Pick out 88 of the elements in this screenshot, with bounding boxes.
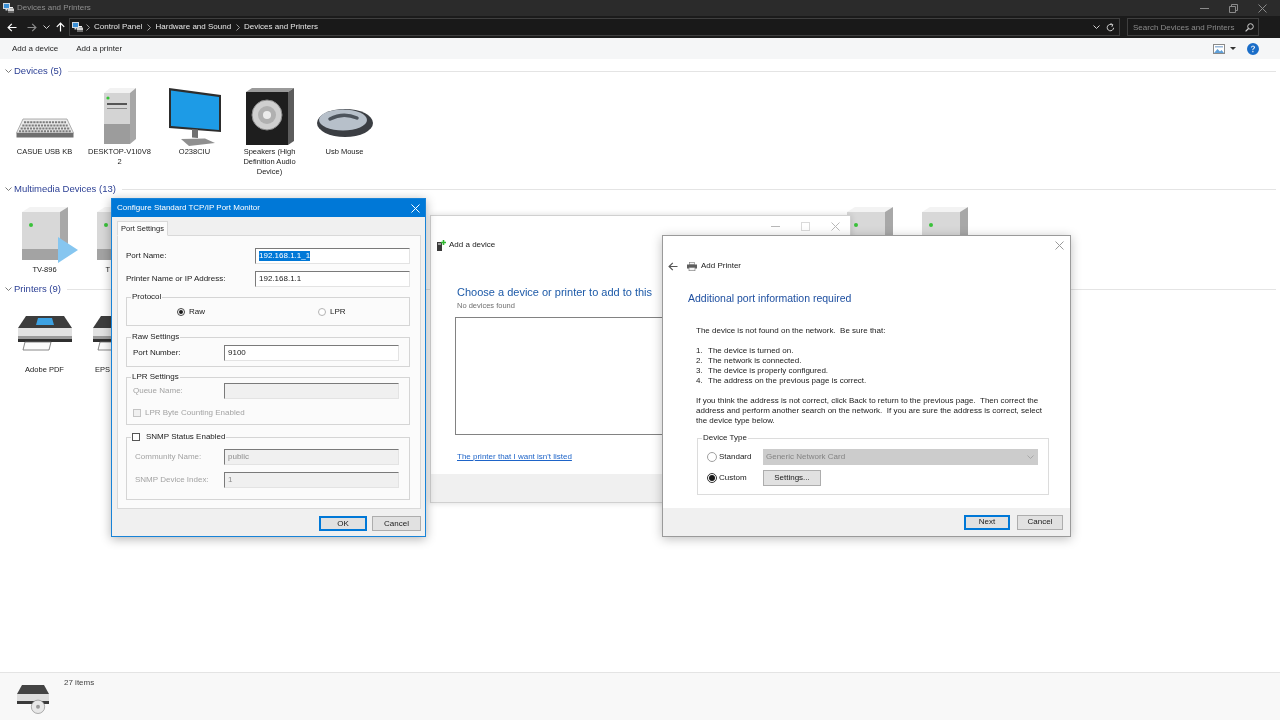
radio-icon[interactable]: [707, 473, 717, 483]
refresh-icon[interactable]: [1106, 22, 1115, 32]
back-arrow-icon[interactable]: [668, 261, 678, 271]
command-button[interactable]: Add a printer: [76, 43, 123, 54]
printer-disc-icon: [16, 683, 50, 714]
field-label: Port Name:: [126, 251, 167, 261]
radio-option[interactable]: Raw: [177, 306, 205, 317]
window-title: Add a device: [449, 240, 496, 250]
radio-option[interactable]: LPR: [318, 306, 346, 317]
restore-icon[interactable]: [1229, 3, 1238, 13]
media-player-icon[interactable]: [21, 207, 78, 263]
input-field[interactable]: 192.168.1.1_1: [255, 248, 410, 264]
intro-text: The device is not found on the network. Be sure that:: [696, 326, 886, 336]
item-count: 27 items: [64, 678, 95, 688]
devices-printers-icon: [3, 3, 14, 13]
printer-not-listed-link[interactable]: The printer that I want isn't listed: [457, 452, 572, 462]
cancel-button[interactable]: Cancel: [372, 516, 421, 531]
list-number: 1.: [696, 346, 703, 356]
settings-button[interactable]: Settings...: [763, 470, 821, 486]
page-heading: Additional port information required: [688, 291, 852, 305]
chevron-icon[interactable]: [5, 69, 12, 73]
group-title: Device Type: [703, 433, 747, 442]
printer-icon: [687, 261, 697, 271]
group-header[interactable]: Multimedia Devices (13): [5, 183, 116, 195]
caret-icon[interactable]: [1230, 47, 1236, 50]
radio-option[interactable]: Standard: [707, 452, 752, 462]
list-text: The device is properly configured.: [708, 366, 829, 376]
address-field[interactable]: Control Panel Hardware and Sound Devices and Printers: [69, 18, 1120, 36]
close-icon[interactable]: [1054, 240, 1064, 250]
list-number: 2.: [696, 356, 703, 366]
computer-tower-icon[interactable]: [103, 88, 136, 144]
minimize-icon[interactable]: [1200, 7, 1209, 9]
view-options-button[interactable]: [1213, 43, 1236, 54]
window-title: Add Printer: [701, 261, 742, 271]
checkbox[interactable]: [132, 433, 140, 441]
group-header[interactable]: Printers (9): [5, 283, 61, 295]
location-icon: [72, 22, 83, 32]
cancel-button[interactable]: Cancel: [1017, 514, 1063, 530]
command-button[interactable]: Add a device: [12, 43, 59, 54]
checkbox-option[interactable]: SNMP Status Enabled: [132, 432, 226, 442]
monitor-icon[interactable]: [168, 88, 221, 146]
group-header[interactable]: Devices (5): [5, 65, 63, 77]
breadcrumb-chevron-icon[interactable]: [86, 23, 90, 31]
page-heading: Choose a device or printer to add to this: [457, 285, 653, 299]
printer-icon[interactable]: [16, 315, 73, 351]
radio-option[interactable]: Custom: [707, 473, 747, 483]
list-text: The network is connected.: [708, 356, 802, 366]
chevron-icon[interactable]: [5, 287, 12, 291]
field-label: Printer Name or IP Address:: [126, 274, 226, 284]
up-arrow-icon[interactable]: [56, 22, 65, 32]
dialog-title: Configure Standard TCP/IP Port Monitor: [117, 203, 260, 213]
input-field[interactable]: 9100: [224, 345, 399, 361]
group-title: Protocol: [132, 292, 162, 301]
breadcrumb[interactable]: Control Panel: [94, 22, 143, 32]
breadcrumb-chevron-icon[interactable]: [147, 23, 152, 31]
next-button[interactable]: Next: [964, 514, 1010, 530]
forward-arrow-icon[interactable]: [27, 22, 37, 32]
field-label: SNMP Device Index:: [135, 475, 209, 485]
list-number: 4.: [696, 376, 703, 386]
group-title: Raw Settings: [132, 332, 180, 341]
ok-button[interactable]: OK: [319, 516, 367, 531]
list-text: The address on the previous page is correct.: [708, 376, 867, 386]
field-label: Queue Name:: [133, 386, 183, 396]
speaker-icon[interactable]: [245, 88, 294, 145]
chevron-icon[interactable]: [5, 187, 12, 191]
instruction-text: If you think the address is not correct, click Back to return to the previous page. Then correct the address and perform another search on the network. If you are sure the address is correct, select the device type below.: [696, 396, 1043, 426]
mouse-icon[interactable]: [316, 107, 373, 137]
list-text: The device is turned on.: [708, 346, 794, 356]
field-label: Community Name:: [135, 452, 202, 462]
radio-icon[interactable]: [707, 452, 717, 462]
breadcrumb[interactable]: Hardware and Sound: [155, 22, 232, 32]
input-field[interactable]: 192.168.1.1: [255, 271, 410, 287]
window-title: Devices and Printers: [17, 3, 91, 13]
help-icon[interactable]: [1247, 42, 1259, 55]
radio-icon[interactable]: [318, 307, 326, 316]
search-field[interactable]: Search Devices and Printers: [1127, 18, 1259, 36]
chevron-down-icon[interactable]: [43, 25, 50, 29]
radio-icon[interactable]: [177, 307, 185, 316]
group-title: LPR Settings: [132, 372, 179, 381]
keyboard-icon[interactable]: [15, 118, 74, 138]
breadcrumb[interactable]: Devices and Printers: [244, 22, 318, 32]
close-icon[interactable]: [1258, 3, 1267, 13]
chevron-down-icon[interactable]: [1093, 25, 1100, 29]
list-number: 3.: [696, 366, 703, 376]
field-label: Port Number:: [133, 348, 181, 358]
breadcrumb-chevron-icon[interactable]: [236, 23, 241, 31]
search-icon[interactable]: [1245, 22, 1254, 32]
device-add-icon: [437, 239, 446, 251]
